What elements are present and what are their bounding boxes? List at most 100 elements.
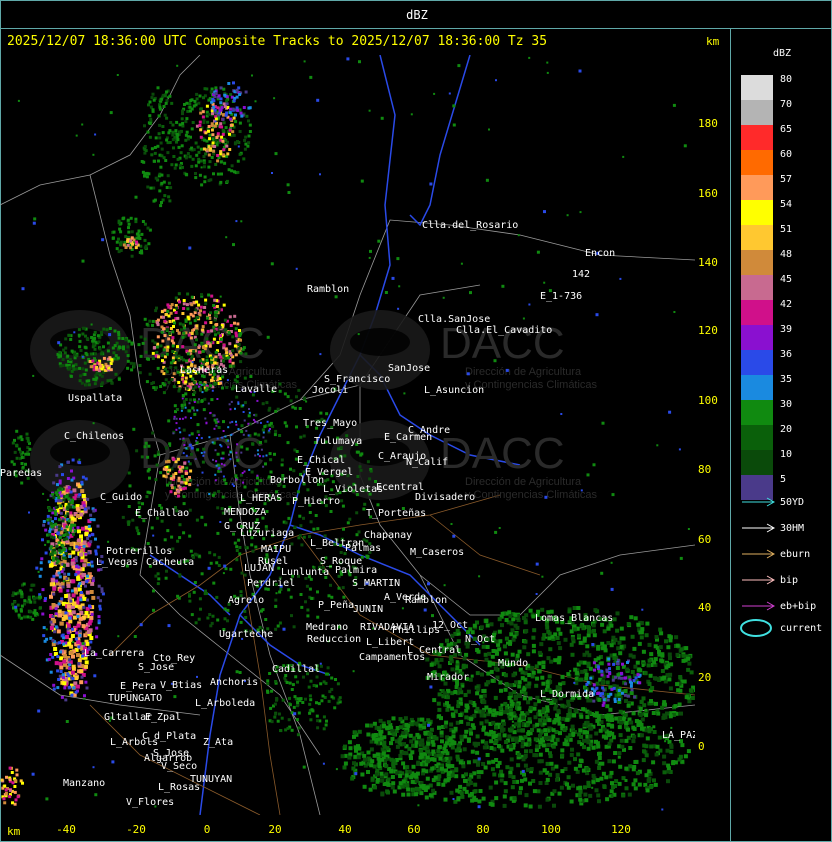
radar-echo bbox=[677, 702, 682, 707]
radar-echo bbox=[27, 595, 31, 599]
radar-echo bbox=[10, 460, 14, 464]
radar-echo bbox=[687, 699, 692, 704]
radar-echo bbox=[204, 417, 207, 420]
radar-echo bbox=[579, 714, 584, 719]
radar-echo bbox=[197, 150, 201, 154]
header-unit-label: dBZ bbox=[406, 8, 428, 22]
radar-echo bbox=[91, 345, 95, 349]
radar-echo bbox=[440, 739, 444, 744]
radar-echo bbox=[433, 775, 438, 780]
radar-echo bbox=[274, 627, 278, 631]
radar-echo bbox=[238, 130, 242, 133]
radar-echo bbox=[151, 431, 155, 435]
radar-echo bbox=[168, 442, 172, 446]
radar-echo bbox=[374, 772, 379, 777]
radar-echo bbox=[531, 670, 536, 675]
radar-echo bbox=[170, 339, 174, 343]
radar-echo bbox=[439, 730, 444, 735]
radar-echo bbox=[77, 645, 81, 649]
radar-echo bbox=[626, 694, 630, 698]
radar-echo bbox=[566, 775, 571, 780]
radar-echo bbox=[510, 628, 515, 633]
radar-echo bbox=[607, 759, 612, 764]
radar-echo bbox=[306, 608, 310, 612]
radar-echo bbox=[154, 309, 158, 313]
radar-echo bbox=[566, 785, 571, 790]
radar-echo bbox=[67, 460, 70, 464]
radar-echo bbox=[456, 747, 461, 752]
radar-echo bbox=[187, 460, 190, 463]
radar-echo bbox=[170, 101, 174, 105]
radar-echo bbox=[290, 728, 294, 732]
radar-echo bbox=[93, 382, 97, 386]
radar-echo bbox=[54, 625, 58, 629]
radar-echo bbox=[188, 349, 192, 353]
radar-echo bbox=[624, 738, 629, 743]
radar-echo bbox=[420, 717, 424, 722]
radar-echo bbox=[524, 749, 528, 754]
radar-echo bbox=[130, 236, 134, 240]
radar-echo bbox=[211, 389, 214, 392]
radar-echo bbox=[29, 588, 33, 592]
radar-echo bbox=[33, 609, 37, 613]
radar-echo bbox=[81, 624, 86, 629]
radar-echo bbox=[560, 703, 565, 708]
radar-echo bbox=[61, 673, 65, 677]
radar-echo bbox=[145, 495, 149, 499]
radar-echo bbox=[163, 538, 167, 542]
radar-echo bbox=[653, 782, 658, 787]
radar-echo bbox=[560, 674, 565, 679]
radar-echo bbox=[70, 627, 74, 631]
radar-echo bbox=[482, 725, 486, 730]
radar-echo bbox=[95, 626, 99, 630]
radar-echo bbox=[600, 761, 605, 766]
radar-echo bbox=[316, 719, 320, 723]
radar-echo bbox=[404, 722, 409, 727]
radar-echo bbox=[74, 637, 78, 641]
radar-echo bbox=[251, 549, 255, 553]
radar-echo bbox=[426, 741, 431, 746]
radar-echo bbox=[629, 691, 634, 695]
radar-echo bbox=[165, 116, 169, 120]
radar-echo bbox=[268, 406, 272, 410]
radar-echo bbox=[444, 741, 449, 746]
radar-echo bbox=[183, 486, 187, 490]
radar-echo bbox=[662, 761, 667, 766]
radar-echo bbox=[218, 466, 221, 469]
radar-echo bbox=[222, 121, 226, 125]
radar-echo bbox=[162, 105, 166, 108]
radar-echo bbox=[480, 739, 485, 744]
radar-echo bbox=[190, 332, 194, 335]
radar-echo bbox=[442, 691, 447, 696]
radar-echo bbox=[146, 490, 150, 494]
radar-echo bbox=[149, 117, 153, 121]
radar-echo bbox=[96, 524, 100, 528]
radar-echo bbox=[522, 616, 526, 620]
radar-echo bbox=[68, 616, 72, 620]
radar-echo bbox=[203, 306, 207, 309]
radar-echo bbox=[597, 756, 602, 760]
radar-echo bbox=[542, 768, 547, 773]
radar-echo bbox=[256, 476, 259, 480]
radar-echo bbox=[238, 329, 241, 332]
radar-echo bbox=[649, 652, 654, 657]
radar-echo bbox=[229, 324, 233, 327]
radar-echo bbox=[58, 641, 62, 645]
radar-echo bbox=[247, 141, 251, 145]
radar-echo bbox=[257, 433, 261, 437]
radar-map[interactable]: DACCDirección de Agriculturay Contingenc… bbox=[0, 55, 695, 815]
radar-echo bbox=[537, 804, 542, 809]
radar-echo bbox=[108, 327, 112, 330]
radar-echo bbox=[71, 550, 76, 555]
radar-echo bbox=[585, 766, 590, 771]
radar-echo bbox=[224, 138, 228, 142]
radar-echo bbox=[362, 757, 367, 762]
radar-echo bbox=[199, 111, 203, 115]
radar-echo bbox=[422, 721, 427, 726]
radar-echo bbox=[626, 727, 630, 732]
radar-echo bbox=[671, 760, 676, 764]
radar-echo bbox=[115, 240, 119, 244]
radar-echo bbox=[174, 296, 178, 300]
radar-echo bbox=[431, 788, 436, 793]
radar-echo bbox=[185, 454, 188, 457]
